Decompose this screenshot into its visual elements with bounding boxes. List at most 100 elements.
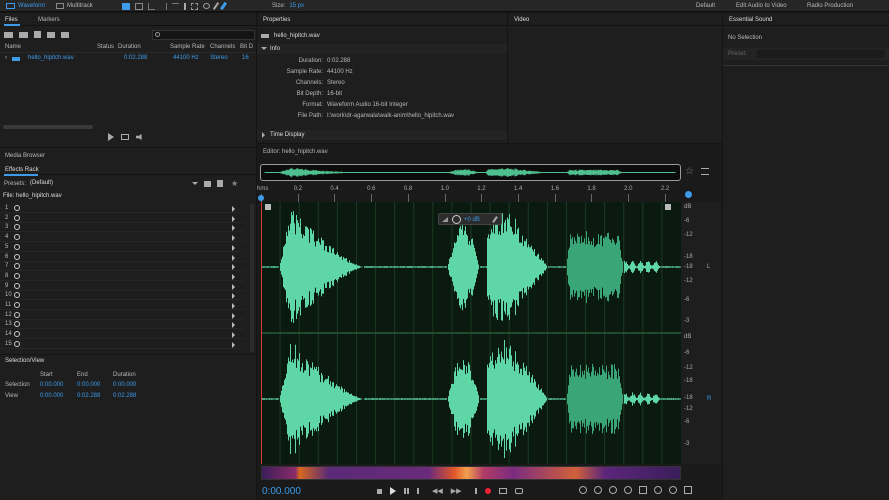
col-channels[interactable]: Channels	[210, 44, 235, 50]
channel-left-label[interactable]: L	[707, 264, 710, 270]
gain-value[interactable]: +0 dB	[464, 217, 480, 223]
time-selection-tool-icon[interactable]	[184, 2, 186, 10]
col-sample-rate[interactable]: Sample Rate	[170, 44, 205, 50]
zoom-in-playhead-icon[interactable]	[654, 486, 662, 494]
power-icon[interactable]	[14, 234, 20, 241]
effect-slot[interactable]: 4	[0, 233, 244, 243]
favorite-star-icon[interactable]: ★	[231, 179, 238, 188]
zoom-in-time-icon[interactable]	[609, 486, 617, 494]
zoom-in-selection-icon[interactable]	[669, 486, 677, 494]
effects-vscrollbar[interactable]	[250, 204, 254, 352]
workspace-edit-audio-to-video[interactable]: Edit Audio to Video	[736, 3, 787, 9]
col-name[interactable]: Name	[5, 44, 21, 50]
chevron-right-icon[interactable]	[232, 303, 235, 309]
tab-effects-rack[interactable]: Effects Rack	[5, 167, 39, 173]
tab-media-browser[interactable]: Media Browser	[5, 153, 45, 159]
skip-selection-icon[interactable]	[514, 488, 523, 494]
effect-slot[interactable]: 7	[0, 262, 244, 272]
marquee-tool-icon[interactable]	[191, 2, 198, 10]
slip-tool-icon[interactable]	[172, 2, 179, 10]
workspace-radio-production[interactable]: Radio Production	[807, 3, 853, 9]
close-file-icon[interactable]	[47, 31, 55, 38]
editor-title[interactable]: Editor: hello_hipitch.wav	[263, 149, 328, 155]
chevron-right-icon[interactable]	[232, 293, 235, 300]
tab-video[interactable]: Video	[514, 17, 529, 23]
rewind-icon[interactable]: ◀◀	[432, 487, 443, 495]
chevron-right-icon[interactable]	[232, 206, 235, 212]
channel-right-label[interactable]: R	[707, 396, 711, 402]
volume-icon[interactable]	[136, 134, 142, 140]
chevron-right-icon[interactable]	[232, 283, 235, 290]
zoom-star-icon[interactable]: ☆	[685, 166, 694, 177]
power-icon[interactable]	[14, 282, 20, 289]
spectral-strip[interactable]	[261, 466, 681, 480]
time-display[interactable]: 0:00.000	[262, 486, 301, 497]
power-icon[interactable]	[14, 321, 20, 328]
power-icon[interactable]	[14, 302, 20, 308]
tab-files[interactable]: Files	[5, 17, 18, 23]
files-search[interactable]	[152, 30, 255, 40]
effect-slot[interactable]: 5	[0, 243, 244, 252]
power-icon[interactable]	[14, 243, 20, 250]
save-preset-icon[interactable]	[204, 180, 212, 187]
loop-playback-icon[interactable]	[498, 488, 507, 494]
expand-arrow-icon[interactable]: ›	[5, 55, 7, 61]
selection-duration[interactable]: 0:00.000	[113, 382, 136, 388]
brush-tool-icon[interactable]	[212, 2, 220, 10]
power-icon[interactable]	[14, 224, 20, 231]
power-icon[interactable]	[14, 331, 20, 338]
spot-healing-tool-icon[interactable]	[219, 1, 228, 11]
files-hscrollbar[interactable]	[3, 125, 93, 129]
loop-icon[interactable]	[121, 134, 129, 140]
chevron-right-icon[interactable]	[232, 264, 235, 271]
move-tool-icon[interactable]	[148, 2, 155, 10]
stop-icon[interactable]	[377, 488, 382, 494]
selection-end[interactable]: 0:00.000	[77, 382, 100, 388]
chevron-right-icon[interactable]	[232, 254, 235, 261]
go-to-end-icon[interactable]	[470, 488, 477, 494]
effect-slot[interactable]: 2	[0, 214, 244, 223]
search-input[interactable]	[163, 31, 253, 39]
delete-preset-icon[interactable]	[217, 180, 224, 187]
waveform-view-icon[interactable]	[122, 2, 130, 10]
effect-slot[interactable]: 13	[0, 320, 244, 330]
import-file-icon[interactable]	[19, 31, 28, 38]
insert-into-multitrack-icon[interactable]	[61, 31, 69, 38]
zoom-out-time-icon[interactable]	[624, 486, 632, 494]
tab-selection-view[interactable]: Selection/View	[5, 358, 44, 364]
effect-slot[interactable]: 1	[0, 204, 244, 213]
razor-tool-icon[interactable]	[160, 2, 167, 10]
lasso-tool-icon[interactable]	[203, 3, 210, 9]
chevron-right-icon[interactable]	[232, 322, 235, 329]
play-preview-icon[interactable]	[108, 133, 114, 141]
size-value[interactable]: 15 px	[289, 3, 304, 9]
effect-slot[interactable]: 15	[0, 340, 244, 349]
power-icon[interactable]	[14, 214, 20, 221]
effect-slot[interactable]: 11	[0, 301, 244, 310]
zoom-settings-icon[interactable]	[684, 486, 692, 494]
effect-slot[interactable]: 6	[0, 253, 244, 262]
info-section-header[interactable]: Info	[257, 44, 507, 54]
multitrack-mode-button[interactable]: Multitrack	[56, 2, 93, 10]
chevron-right-icon[interactable]	[232, 235, 235, 242]
effect-slot[interactable]: 14	[0, 330, 244, 340]
chevron-right-icon[interactable]	[232, 312, 235, 319]
effect-slot[interactable]: 3	[0, 223, 244, 233]
fast-forward-icon[interactable]: ▶▶	[451, 487, 462, 495]
power-icon[interactable]	[14, 311, 20, 318]
time-ruler[interactable]: hms 0.2 0.4 0.6 0.8 1.0 1.2 1.4 1.6 1.8 2.0 2.2	[257, 186, 681, 202]
power-icon[interactable]	[14, 205, 20, 211]
col-bit-depth[interactable]: Bit D	[240, 44, 253, 50]
chevron-right-icon[interactable]	[232, 332, 235, 339]
tab-markers[interactable]: Markers	[38, 17, 60, 23]
view-start[interactable]: 0:00.000	[40, 393, 63, 399]
power-icon[interactable]	[14, 253, 20, 260]
pause-icon[interactable]	[404, 488, 409, 494]
selection-start[interactable]: 0:00.000	[40, 382, 63, 388]
chevron-right-icon[interactable]	[232, 341, 235, 348]
tab-properties[interactable]: Properties	[263, 17, 290, 23]
power-icon[interactable]	[14, 340, 20, 347]
chevron-right-icon[interactable]	[232, 225, 235, 232]
zoom-out-amplitude-icon[interactable]	[594, 486, 602, 494]
power-icon[interactable]	[14, 292, 20, 299]
